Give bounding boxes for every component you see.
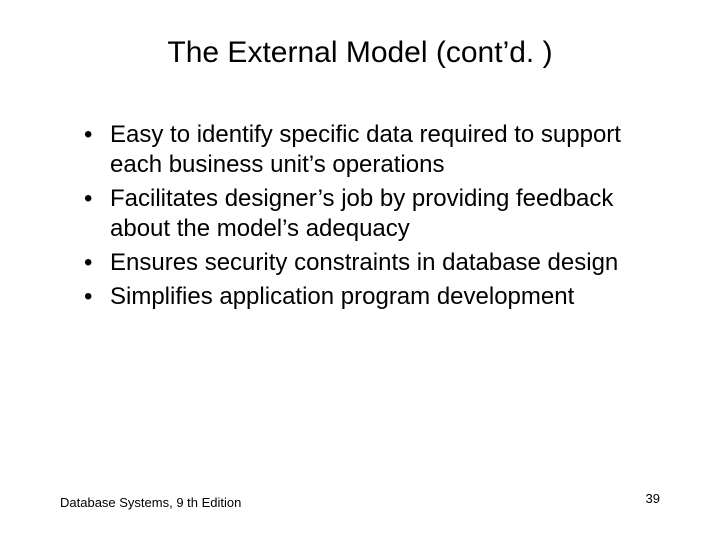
- bullet-item: Facilitates designer’s job by providing …: [80, 184, 660, 244]
- slide-title: The External Model (cont’d. ): [60, 36, 660, 70]
- page-number: 39: [646, 491, 660, 506]
- bullet-item: Simplifies application program developme…: [80, 282, 660, 312]
- slide-container: The External Model (cont’d. ) Easy to id…: [0, 0, 720, 540]
- bullet-item: Easy to identify specific data required …: [80, 120, 660, 180]
- bullet-list: Easy to identify specific data required …: [80, 120, 660, 312]
- footer-text: Database Systems, 9 th Edition: [60, 495, 241, 510]
- slide-content: Easy to identify specific data required …: [60, 120, 660, 312]
- bullet-item: Ensures security constraints in database…: [80, 248, 660, 278]
